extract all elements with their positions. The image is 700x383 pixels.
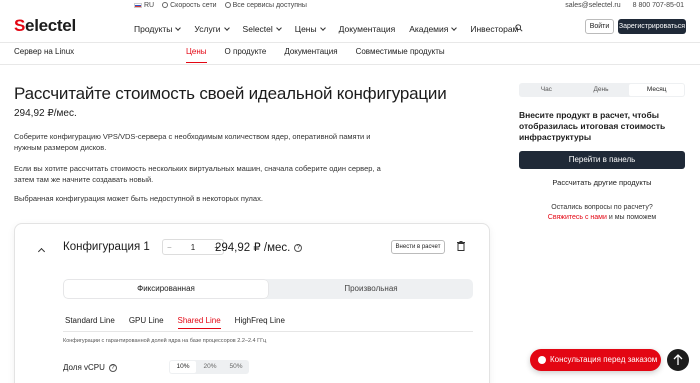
total-price: 294,92 ₽/мес.: [14, 108, 77, 119]
main-header: Selectel Продукты Услуги Selectel Цены Д…: [0, 13, 700, 43]
summary-hint: Внесите продукт в расчет, чтобы отобрази…: [519, 110, 666, 142]
top-utility-bar: RU Скорость сети Все сервисы доступны sa…: [0, 0, 700, 13]
multi-vm-paragraph: Если вы хотите рассчитать стоимость неск…: [14, 164, 381, 184]
login-button[interactable]: Войти: [585, 19, 614, 34]
nav-investors[interactable]: Инвесторам: [470, 24, 518, 34]
chevron-down-icon: [451, 24, 458, 31]
chat-icon: [538, 356, 546, 364]
tab-shared-line[interactable]: Shared Line: [177, 316, 221, 329]
period-switch: Час День Месяц: [519, 83, 685, 97]
sales-email[interactable]: sales@selectel.ru: [565, 2, 620, 9]
configuration-price: 294,92 ₽ /мес.?: [215, 240, 303, 254]
line-description: Конфигурации с гарантированной долей ядр…: [63, 338, 267, 344]
tab-standard-line[interactable]: Standard Line: [65, 316, 115, 329]
tab-compatible[interactable]: Совместимые продукты: [356, 47, 445, 63]
tab-prices[interactable]: Цены: [186, 47, 207, 63]
speedometer-icon: [162, 2, 169, 9]
tab-about[interactable]: О продукте: [225, 47, 267, 63]
status-link[interactable]: Все сервисы доступны: [224, 2, 307, 9]
mode-fixed[interactable]: Фиксированная: [64, 280, 268, 298]
selectel-logo[interactable]: Selectel: [14, 16, 76, 36]
language-switch[interactable]: RU: [134, 2, 154, 9]
chevron-down-icon: [175, 24, 182, 31]
product-subnav: Сервер на Linux Цены О продукте Документ…: [0, 43, 700, 65]
go-to-panel-button[interactable]: Перейти в панель: [519, 151, 685, 169]
product-name[interactable]: Сервер на Linux: [14, 47, 74, 56]
decrement-button[interactable]: −: [167, 243, 172, 252]
tab-gpu-line[interactable]: GPU Line: [129, 316, 164, 329]
nav-services[interactable]: Услуги: [194, 24, 230, 34]
network-speed-link[interactable]: Скорость сети: [162, 2, 217, 9]
vcpu-option-50[interactable]: 50%: [223, 360, 249, 374]
configuration-title: Конфигурация 1: [63, 241, 150, 253]
add-to-calc-button[interactable]: Внести в расчет: [391, 240, 445, 254]
status-icon: [224, 2, 231, 9]
consultation-button[interactable]: Консультация перед заказом: [530, 349, 661, 371]
register-button[interactable]: Зарегистрироваться: [618, 19, 686, 34]
questions-block: Остались вопросы по расчету? Свяжитесь с…: [547, 204, 657, 221]
main-nav: Продукты Услуги Selectel Цены Документац…: [134, 24, 532, 34]
chevron-up-icon[interactable]: [37, 247, 46, 256]
period-day[interactable]: День: [574, 83, 629, 97]
page-title: Рассчитайте стоимость своей идеальной ко…: [14, 84, 447, 103]
calc-other-products-link[interactable]: Рассчитать другие продукты: [519, 178, 685, 187]
vcpu-share-selector: 10% 20% 50%: [169, 360, 249, 374]
chevron-down-icon: [223, 24, 230, 31]
tab-highfreq-line[interactable]: HighFreq Line: [235, 316, 285, 329]
flag-icon: [134, 2, 142, 8]
period-hour[interactable]: Час: [519, 83, 574, 97]
nav-products[interactable]: Продукты: [134, 24, 182, 34]
chevron-down-icon: [275, 24, 282, 31]
info-icon[interactable]: ?: [294, 243, 303, 252]
availability-note: Выбранная конфигурация может быть недост…: [14, 194, 263, 203]
nav-docs[interactable]: Документация: [339, 24, 396, 34]
vcpu-option-20[interactable]: 20%: [197, 360, 223, 374]
nav-prices[interactable]: Цены: [295, 24, 326, 34]
nav-academy[interactable]: Академия: [409, 24, 458, 34]
contact-us-link[interactable]: Свяжитесь с нами: [548, 214, 607, 221]
arrow-up-icon: [673, 354, 683, 365]
divider: [63, 331, 473, 332]
nav-selectel[interactable]: Selectel: [243, 24, 282, 34]
mode-custom[interactable]: Произвольная: [269, 279, 473, 299]
search-icon[interactable]: [515, 24, 523, 32]
config-mode-switch: Фиксированная Произвольная: [63, 279, 473, 299]
quantity-value[interactable]: 1: [191, 243, 195, 252]
tab-docs[interactable]: Документация: [284, 47, 337, 63]
vcpu-option-10[interactable]: 10%: [170, 361, 196, 373]
line-tabs: Standard Line GPU Line Shared Line HighF…: [65, 316, 285, 329]
phone-number[interactable]: 8 800 707-85-01: [633, 2, 684, 9]
vcpu-label: Доля vCPU?: [63, 363, 117, 372]
trash-icon[interactable]: [457, 241, 465, 251]
configuration-card: Конфигурация 1 − 1 + 294,92 ₽ /мес.? Вне…: [14, 223, 490, 383]
period-month[interactable]: Месяц: [629, 84, 685, 96]
intro-paragraph: Соберите конфигурацию VPS/VDS-сервера с …: [14, 132, 371, 152]
scroll-top-button[interactable]: [667, 349, 689, 371]
chevron-down-icon: [319, 24, 326, 31]
info-icon[interactable]: ?: [108, 363, 117, 372]
